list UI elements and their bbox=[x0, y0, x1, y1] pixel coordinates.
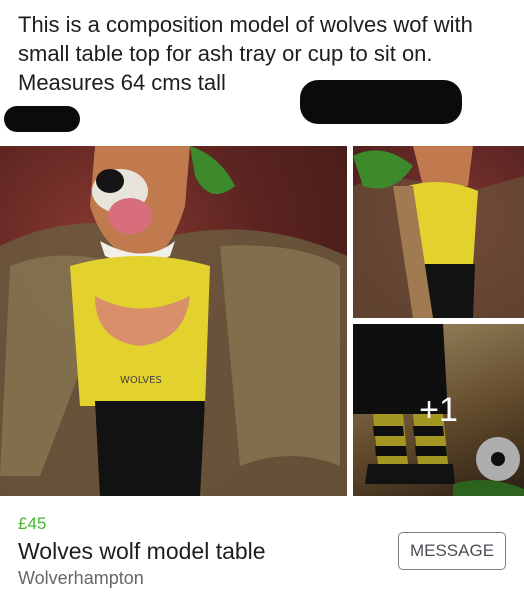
redaction-mark bbox=[300, 80, 462, 124]
wolf-figure-side-image bbox=[353, 146, 524, 318]
listing-photo-3[interactable]: +1 bbox=[353, 324, 524, 496]
listing-title[interactable]: Wolves wolf model table bbox=[18, 538, 266, 565]
svg-text:WOLVES: WOLVES bbox=[120, 375, 162, 386]
more-photos-count[interactable]: +1 bbox=[353, 324, 524, 496]
listing-photo-main[interactable]: WOLVES bbox=[0, 146, 347, 496]
photo-gallery: WOLVES +1 bbox=[0, 146, 524, 496]
message-button[interactable]: MESSAGE bbox=[398, 532, 506, 570]
listing-info[interactable]: £45 Wolves wolf model table Wolverhampto… bbox=[0, 500, 524, 600]
listing-photo-2[interactable] bbox=[353, 146, 524, 318]
redaction-mark bbox=[4, 106, 80, 132]
wolf-figure-image: WOLVES bbox=[0, 146, 347, 496]
listing-price: £45 bbox=[18, 514, 47, 533]
listing-location: Wolverhampton bbox=[18, 568, 144, 588]
